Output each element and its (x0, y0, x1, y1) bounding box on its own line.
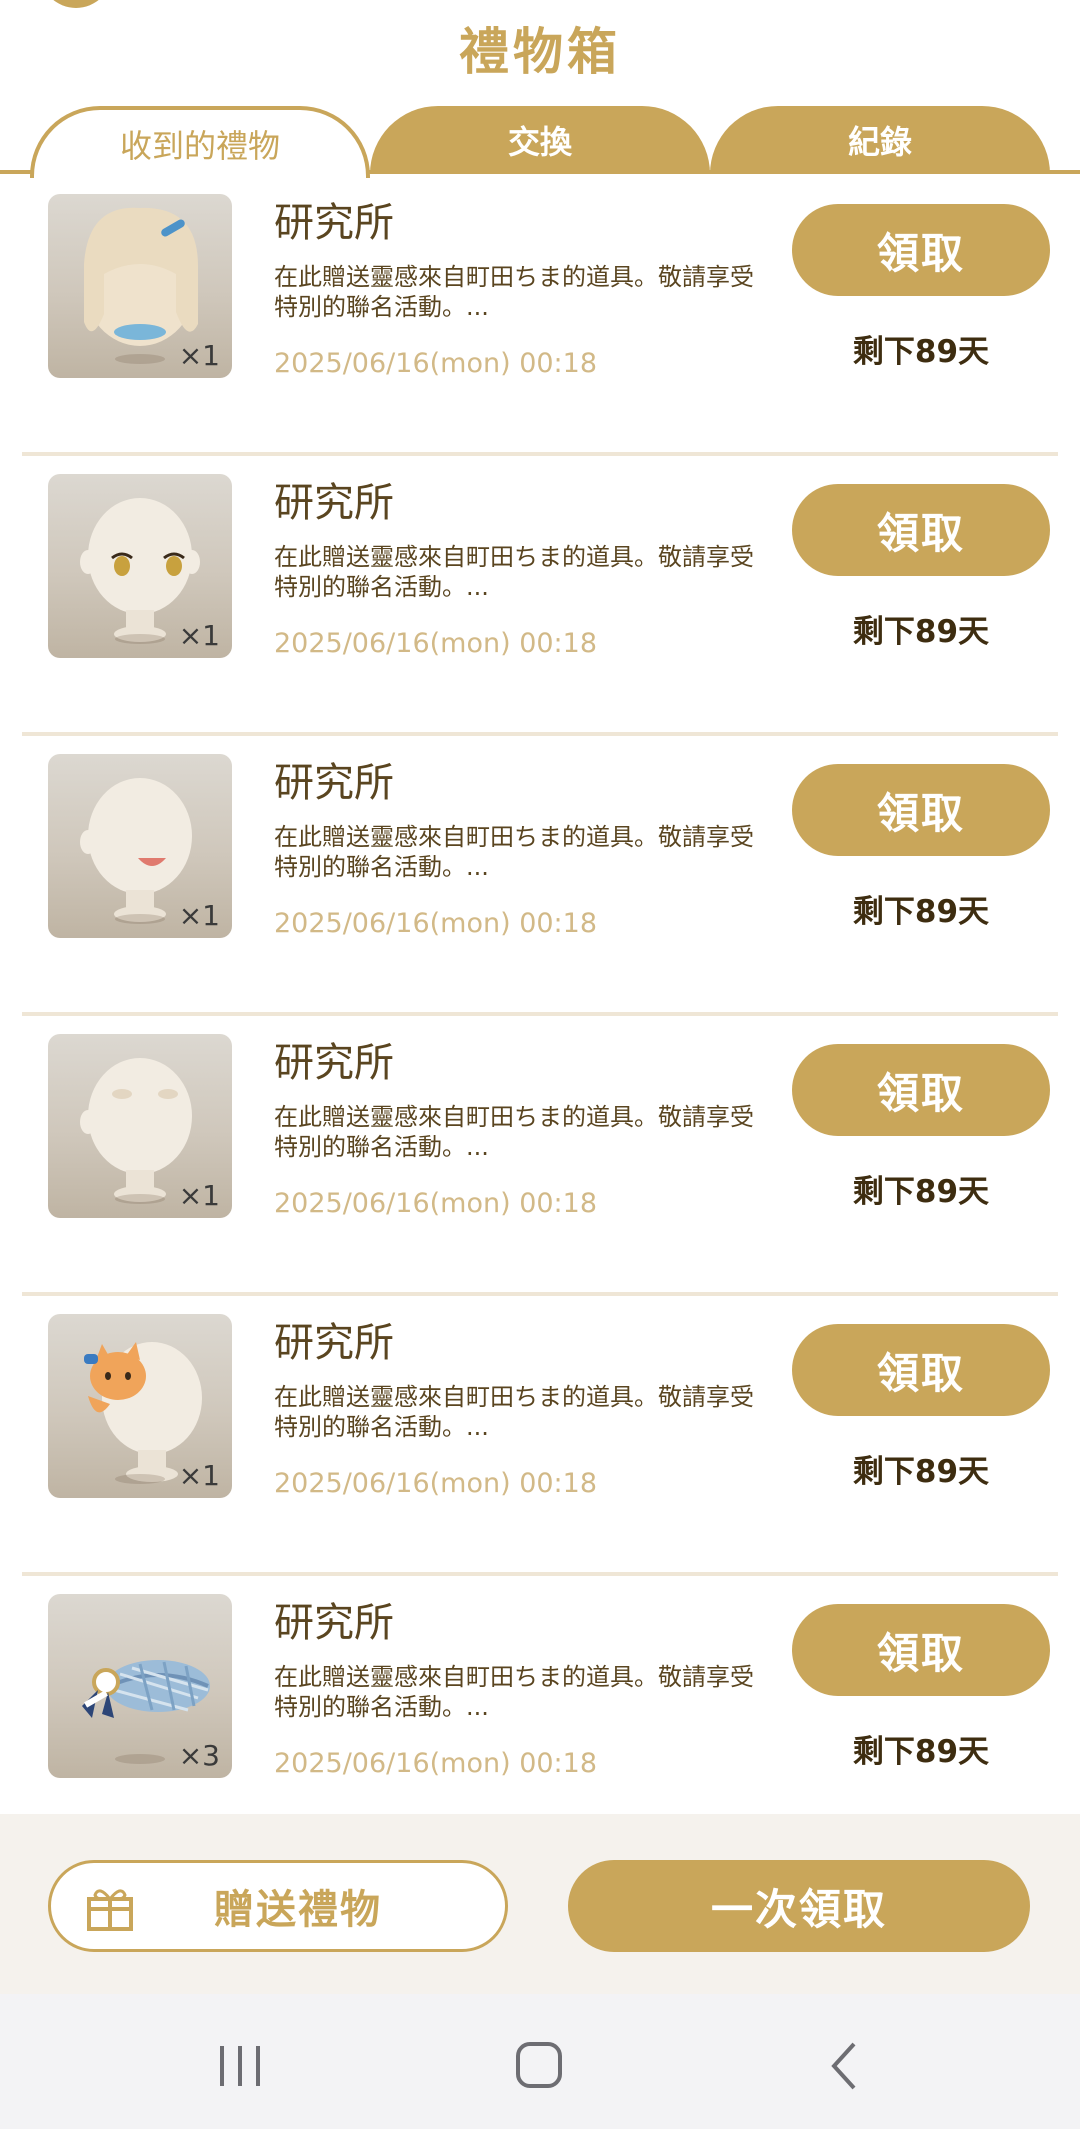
claim-button[interactable]: 領取 (792, 204, 1050, 296)
tab-received-gifts[interactable]: 收到的禮物 (30, 106, 370, 178)
gift-sender: 研究所 (274, 760, 394, 806)
quantity-label: ×1 (178, 899, 220, 932)
quantity-label: ×3 (178, 1739, 220, 1772)
gift-thumbnail: ×1 (48, 754, 232, 938)
claim-all-button[interactable]: 一次領取 (568, 1860, 1030, 1952)
back-icon[interactable] (824, 2034, 864, 2094)
gift-sender: 研究所 (274, 200, 394, 246)
avatar[interactable] (40, 0, 112, 8)
gift-thumbnail: ×1 (48, 194, 232, 378)
tab-bar: 收到的禮物 交換 紀錄 (0, 106, 1080, 178)
thumbnail-shadow (115, 354, 165, 364)
remaining-days: 剩下89天 (852, 334, 990, 370)
gift-description: 在此贈送靈感來自町田ちま的道具。敬請享受特別的聯名活動。... (274, 1103, 754, 1161)
claim-button[interactable]: 領取 (792, 484, 1050, 576)
bottom-action-bar: 贈送禮物 一次領取 (0, 1814, 1080, 1994)
quantity-label: ×1 (178, 339, 220, 372)
quantity-label: ×1 (178, 1459, 220, 1492)
gift-sender: 研究所 (274, 1320, 394, 1366)
thumbnail-shadow (115, 634, 165, 644)
quantity-label: ×1 (178, 1179, 220, 1212)
claim-button[interactable]: 領取 (792, 1604, 1050, 1696)
gift-description: 在此贈送靈感來自町田ちま的道具。敬請享受特別的聯名活動。... (274, 263, 754, 321)
gift-date: 2025/06/16(mon) 00:18 (274, 908, 598, 939)
remaining-days: 剩下89天 (852, 1454, 990, 1490)
gift-date: 2025/06/16(mon) 00:18 (274, 628, 598, 659)
thumbnail-shadow (115, 1474, 165, 1484)
gift-description: 在此贈送靈感來自町田ちま的道具。敬請享受特別的聯名活動。... (274, 823, 754, 881)
quantity-label: ×1 (178, 619, 220, 652)
gift-sender: 研究所 (274, 1600, 394, 1646)
gift-item: ×1 研究所 在此贈送靈感來自町田ちま的道具。敬請享受特別的聯名活動。... 2… (0, 176, 1080, 456)
gift-item: ×1 研究所 在此贈送靈感來自町田ちま的道具。敬請享受特別的聯名活動。... 2… (0, 1296, 1080, 1576)
gift-thumbnail: ×1 (48, 1034, 232, 1218)
claim-button[interactable]: 領取 (792, 764, 1050, 856)
remaining-days: 剩下89天 (852, 614, 990, 650)
gift-icon (87, 1889, 133, 1931)
gift-item: ×1 研究所 在此贈送靈感來自町田ちま的道具。敬請享受特別的聯名活動。... 2… (0, 1016, 1080, 1296)
gift-item: ×1 研究所 在此贈送靈感來自町田ちま的道具。敬請享受特別的聯名活動。... 2… (0, 456, 1080, 736)
gift-description: 在此贈送靈感來自町田ちま的道具。敬請享受特別的聯名活動。... (274, 543, 754, 601)
tab-exchange[interactable]: 交換 (370, 106, 710, 174)
remaining-days: 剩下89天 (852, 894, 990, 930)
gift-date: 2025/06/16(mon) 00:18 (274, 348, 598, 379)
claim-button[interactable]: 領取 (792, 1324, 1050, 1416)
remaining-days: 剩下89天 (852, 1734, 990, 1770)
gift-item: ×3 研究所 在此贈送靈感來自町田ちま的道具。敬請享受特別的聯名活動。... 2… (0, 1576, 1080, 1814)
gift-date: 2025/06/16(mon) 00:18 (274, 1468, 598, 1499)
gift-box-screen: 禮物箱 收到的禮物 交換 紀錄 ×1 研究所 在此贈送靈感來自町田ちま的道具。敬… (0, 0, 1080, 2129)
gift-sender: 研究所 (274, 1040, 394, 1086)
gift-thumbnail: ×1 (48, 1314, 232, 1498)
tab-history[interactable]: 紀錄 (710, 106, 1050, 174)
gift-list[interactable]: ×1 研究所 在此贈送靈感來自町田ちま的道具。敬請享受特別的聯名活動。... 2… (0, 176, 1080, 1814)
thumbnail-shadow (115, 1194, 165, 1204)
thumbnail-shadow (115, 1754, 165, 1764)
thumbnail-shadow (115, 914, 165, 924)
gift-thumbnail: ×3 (48, 1594, 232, 1778)
gift-date: 2025/06/16(mon) 00:18 (274, 1748, 598, 1779)
remaining-days: 剩下89天 (852, 1174, 990, 1210)
system-navigation-bar (0, 1994, 1080, 2129)
gift-date: 2025/06/16(mon) 00:18 (274, 1188, 598, 1219)
gift-thumbnail: ×1 (48, 474, 232, 658)
claim-button[interactable]: 領取 (792, 1044, 1050, 1136)
page-title: 禮物箱 (459, 23, 621, 81)
gift-item: ×1 研究所 在此贈送靈感來自町田ちま的道具。敬請享受特別的聯名活動。... 2… (0, 736, 1080, 1016)
home-icon[interactable] (512, 2034, 568, 2094)
gift-description: 在此贈送靈感來自町田ちま的道具。敬請享受特別的聯名活動。... (274, 1383, 754, 1441)
send-gift-label: 贈送禮物 (214, 1887, 382, 1933)
recents-icon[interactable] (214, 2034, 266, 2094)
gift-sender: 研究所 (274, 480, 394, 526)
send-gift-button[interactable]: 贈送禮物 (48, 1860, 508, 1952)
gift-description: 在此贈送靈感來自町田ちま的道具。敬請享受特別的聯名活動。... (274, 1663, 754, 1721)
